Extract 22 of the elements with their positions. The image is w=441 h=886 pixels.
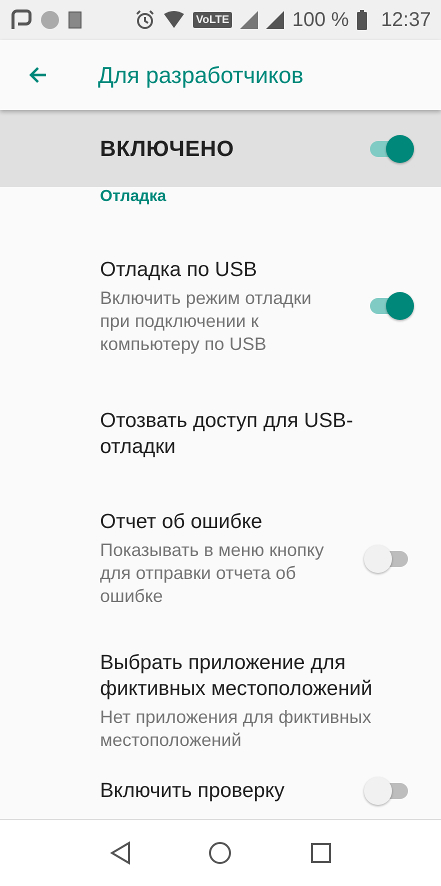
master-switch-label: ВКЛЮЧЕНО [100,136,236,162]
setting-title[interactable]: Отозвать доступ для USB-отладки [100,408,415,460]
setting-summary: Показывать в меню кнопку для отправки отчета об ошибке [100,539,325,608]
signal-icon [266,11,284,29]
wifi-icon [163,11,186,29]
app-logo-icon [10,9,32,31]
setting-title[interactable]: Включить проверку [100,778,345,804]
setting-title[interactable]: Отладка по USB [100,256,345,282]
signal-icon [240,11,258,29]
volte-label: VoLTE [193,12,232,28]
setting-summary: Включить режим отладки при подключении к компьютеру по USB [100,286,312,356]
battery-icon [356,10,367,30]
page-title: Для разработчиков [98,62,304,88]
circle-icon [40,10,60,30]
section-header: Отладка [100,188,166,205]
image-icon [68,11,82,29]
setting-summary: Нет приложения для фиктивных местоположений [100,706,372,752]
alarm-icon [135,10,156,30]
setting-title[interactable]: Отчет об ошибке [100,509,345,535]
clock: 12:37 [380,8,431,32]
setting-title[interactable]: Выбрать приложение для фиктивных местоположений [100,650,415,702]
battery-percent: 100 % [292,8,349,32]
